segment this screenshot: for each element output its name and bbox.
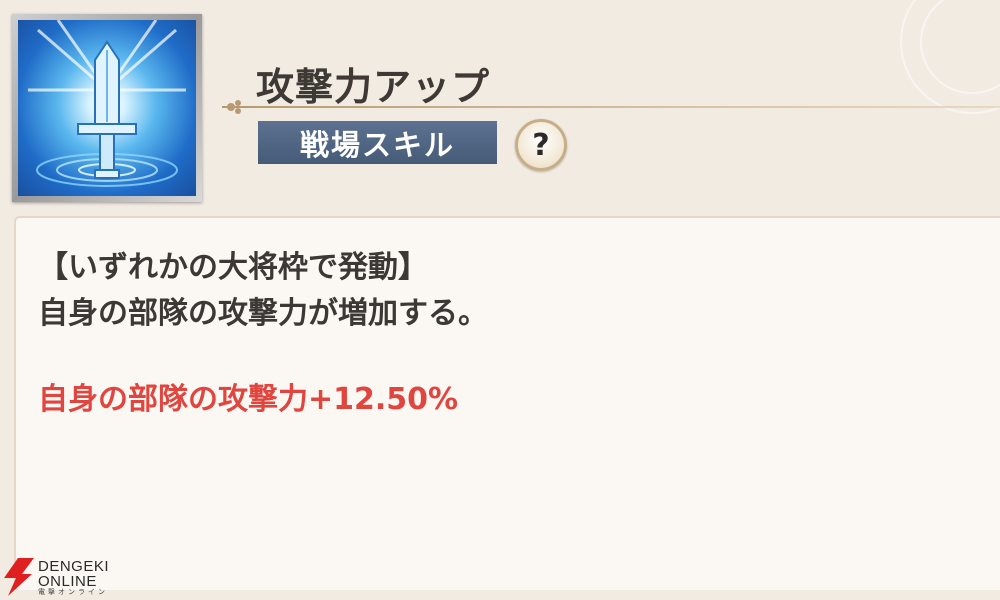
effect-summary: 自身の部隊の攻撃力が増加する。 — [38, 296, 488, 331]
skill-description-panel: 【いずれかの大将枠で発動】 自身の部隊の攻撃力が増加する。 自身の部隊の攻撃力+… — [14, 216, 1000, 590]
skill-category-badge: 戦場スキル — [258, 121, 497, 164]
sword-icon — [28, 20, 186, 187]
skill-title: 攻撃力アップ — [256, 65, 491, 109]
skill-icon-background — [18, 20, 196, 196]
question-icon: ? — [532, 127, 550, 163]
title-divider — [236, 106, 1000, 108]
dengeki-logo-icon — [4, 558, 34, 596]
watermark-line2: ONLINE — [38, 572, 97, 590]
skill-icon-frame — [12, 14, 202, 202]
dengeki-watermark: DENGEKI ONLINE 電撃オンライン — [4, 558, 109, 596]
ornament-icon — [222, 100, 250, 114]
watermark-line1: DENGEKI — [38, 557, 110, 575]
watermark-line3: 電撃オンライン — [38, 587, 108, 596]
activation-condition: 【いずれかの大将枠で発動】 — [38, 250, 428, 285]
effect-value: 自身の部隊の攻撃力+12.50% — [38, 382, 459, 417]
help-button[interactable]: ? — [515, 119, 567, 171]
